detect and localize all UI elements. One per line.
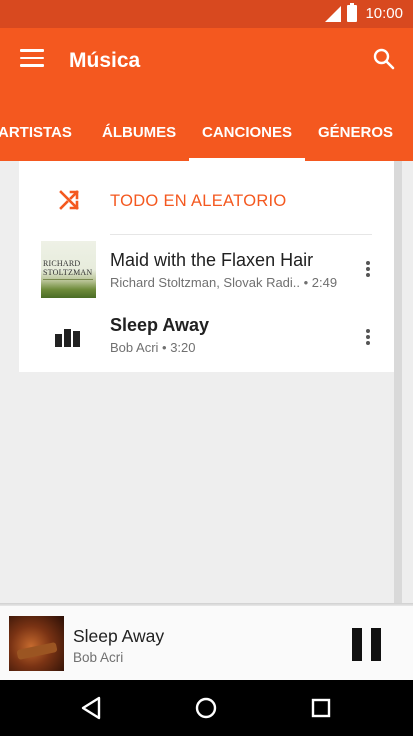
system-nav-bar [0, 680, 413, 736]
more-options-icon[interactable] [366, 261, 370, 277]
page-title: Música [69, 49, 141, 72]
search-icon[interactable] [373, 48, 395, 70]
back-icon[interactable] [78, 694, 106, 722]
now-playing-equalizer-icon [55, 329, 80, 347]
tab-albumes[interactable]: ÁLBUMES [102, 124, 176, 161]
now-playing-bar[interactable]: Sleep Away Bob Acri [0, 606, 413, 680]
song-title: Maid with the Flaxen Hair [110, 250, 314, 270]
album-art: RICHARD STOLTZMAN [41, 241, 96, 298]
song-subtitle: Richard Stoltzman, Slovak Radi.. • 2:49 [110, 275, 338, 290]
more-options-icon[interactable] [366, 329, 370, 345]
tab-bar: ARTISTAS ÁLBUMES CANCIONES GÉNEROS [0, 122, 413, 161]
song-list: TODO EN ALEATORIO RICHARD STOLTZMAN Maid … [19, 161, 394, 372]
shuffle-icon [59, 190, 79, 210]
shuffle-all-label: TODO EN ALEATORIO [110, 192, 287, 210]
song-row-maid-with-the-flaxen-hair[interactable]: RICHARD STOLTZMAN Maid with the Flaxen Ha… [19, 235, 394, 303]
status-time: 10:00 [365, 5, 403, 22]
pause-button[interactable] [352, 628, 382, 661]
signal-icon [325, 6, 341, 22]
now-playing-album-art [9, 616, 64, 671]
song-subtitle: Bob Acri • 3:20 [110, 340, 196, 355]
home-icon[interactable] [192, 694, 220, 722]
battery-icon [347, 3, 357, 22]
status-bar: 10:00 [0, 0, 413, 28]
tab-canciones[interactable]: CANCIONES [202, 124, 292, 161]
song-title: Sleep Away [110, 315, 210, 335]
recents-icon[interactable] [307, 694, 335, 722]
now-playing-title: Sleep Away [73, 626, 165, 646]
tab-generos[interactable]: GÉNEROS [318, 124, 393, 161]
now-playing-artist: Bob Acri [73, 650, 124, 665]
song-row-sleep-away[interactable]: Sleep Away Bob Acri • 3:20 [19, 303, 394, 371]
list-edge-shadow [394, 161, 402, 606]
app-bar: Música ARTISTAS ÁLBUMES CANCIONES GÉNERO… [0, 28, 413, 161]
tab-artistas[interactable]: ARTISTAS [0, 124, 72, 161]
menu-icon[interactable] [20, 49, 44, 69]
shuffle-all-button[interactable]: TODO EN ALEATORIO [19, 161, 394, 234]
